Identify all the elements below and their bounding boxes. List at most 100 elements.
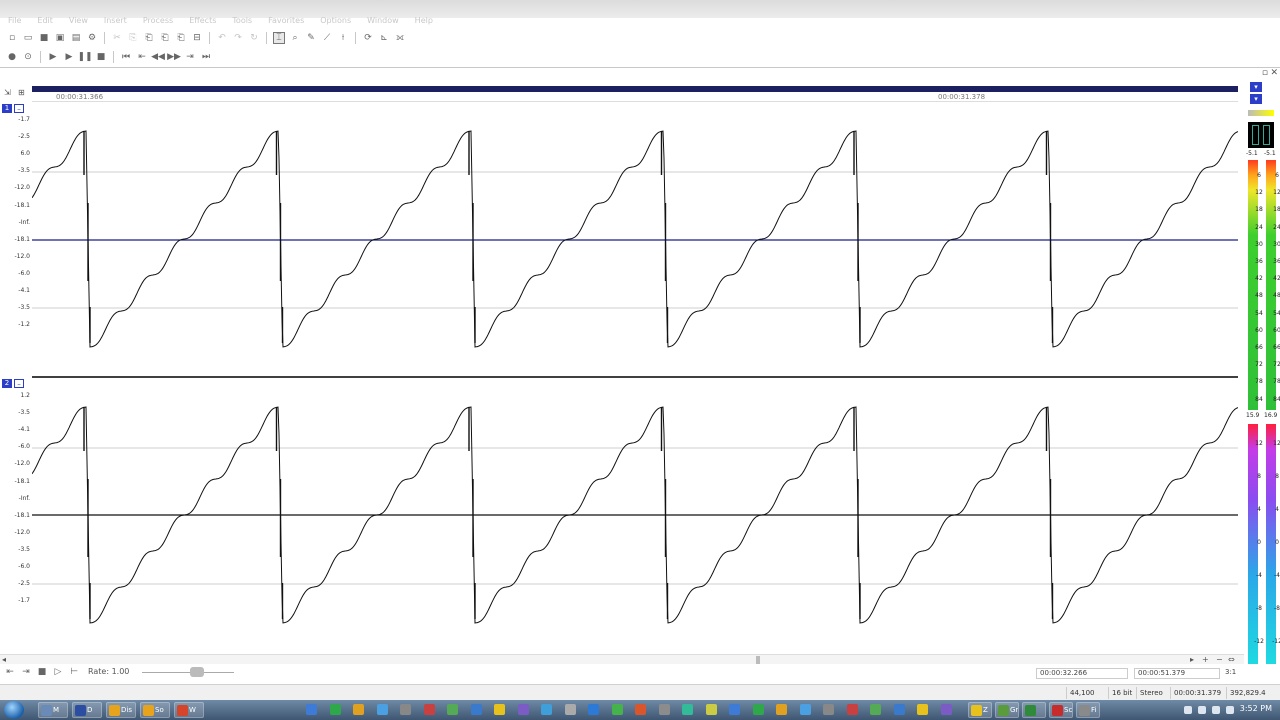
menu-tools[interactable]: Tools [232,16,252,28]
playback-rate-slider[interactable] [142,672,234,673]
edit-tool-icon[interactable]: ⌶ [273,32,285,44]
go-to-start-icon[interactable]: ⏮ [120,51,132,63]
start-button[interactable] [4,701,24,719]
trim-icon[interactable]: ⊟ [191,32,203,44]
taskbar-tray-app-button[interactable] [1022,702,1046,718]
speaker-icon[interactable] [1226,706,1234,714]
render-icon[interactable]: ▤ [70,32,82,44]
menu-effects[interactable]: Effects [189,16,216,28]
menu-window[interactable]: Window [367,16,399,28]
go-to-start-icon[interactable]: ⇤ [4,667,16,679]
quick-launch-icon[interactable] [494,704,505,715]
quick-launch-icon[interactable] [588,704,599,715]
go-to-end-icon[interactable]: ⏭ [200,51,212,63]
paste-icon[interactable]: ⎗ [143,32,155,44]
quick-launch-icon[interactable] [353,704,364,715]
quick-launch-icon[interactable] [658,704,670,715]
taskbar-app-button[interactable]: So [140,702,170,718]
selection-time[interactable]: 00:00:51.379 [1134,668,1220,679]
paste-crossfade-icon[interactable]: ⎗ [175,32,187,44]
taskbar-tray-app-button[interactable]: Sc [1049,702,1073,718]
quick-launch-icon[interactable] [940,704,952,715]
paste-mix-icon[interactable]: ⎗ [159,32,171,44]
quick-launch-icon[interactable] [846,704,858,715]
play-icon[interactable]: ▶ [63,51,75,63]
open-icon[interactable]: ▭ [22,32,34,44]
taskbar-app-button[interactable]: M [38,702,68,718]
menu-favorites[interactable]: Favorites [268,16,304,28]
channel-2-toggle[interactable]: – [14,379,24,388]
channel-1-number[interactable]: 1 [2,104,12,113]
quick-launch-icon[interactable] [564,704,576,715]
quick-launch-icon[interactable] [306,704,317,715]
taskbar-tray-app-button[interactable]: Z [968,702,992,718]
copy-icon[interactable]: ⎘ [127,32,139,44]
scroll-right-icon[interactable]: ▸ [1190,655,1194,664]
zoom-in-icon[interactable]: + [1202,655,1209,664]
taskbar-app-button[interactable]: Dis [106,702,136,718]
next-icon[interactable]: ⇥ [184,51,196,63]
auto-ripple-icon[interactable]: ⟗ [394,32,406,44]
stop-icon[interactable]: ■ [95,51,107,63]
quick-launch-icon[interactable] [682,704,693,715]
channel-1-toggle[interactable]: – [14,104,24,113]
meter-option-button[interactable]: ▾ [1250,82,1262,92]
menu-options[interactable]: Options [320,16,351,28]
undo-icon[interactable]: ↶ [216,32,228,44]
network-icon[interactable] [1198,706,1206,714]
zoom-out-icon[interactable]: − [1216,655,1223,664]
ruler-snap-icon[interactable]: ⇲ [4,88,11,97]
meter-option-button-2[interactable]: ▾ [1250,94,1262,104]
flag-icon[interactable] [1212,706,1220,714]
quick-launch-icon[interactable] [541,704,552,715]
new-icon[interactable]: ▫ [6,32,18,44]
quick-launch-icon[interactable] [705,704,717,715]
quick-launch-icon[interactable] [776,704,787,715]
previous-icon[interactable]: ⇤ [136,51,148,63]
cursor-time[interactable]: 00:00:32.266 [1036,668,1128,679]
quick-launch-icon[interactable] [423,704,435,715]
scrollbar-thumb[interactable] [756,656,760,664]
rewind-icon[interactable]: ◀◀ [151,51,165,63]
waveform-display[interactable] [32,103,1238,653]
quick-launch-icon[interactable] [893,704,905,715]
forward-icon[interactable]: ▶▶ [167,51,181,63]
pause-icon[interactable]: ❚❚ [77,51,92,63]
event-tool-icon[interactable]: ⟊ [337,32,349,44]
repeat-icon[interactable]: ↻ [248,32,260,44]
record-icon[interactable]: ● [6,51,18,63]
loop-playback-icon[interactable]: ⊙ [22,51,34,63]
volume-icon[interactable] [1184,706,1192,714]
cut-icon[interactable]: ✂ [111,32,123,44]
quick-launch-icon[interactable] [329,704,341,715]
play-as-sample-icon[interactable]: ⊢ [68,667,80,679]
quick-launch-icon[interactable] [447,704,458,715]
horizontal-scrollbar[interactable]: ◂ ▸ + − ⇔ [0,654,1244,664]
time-ruler[interactable]: 00:00:31.366 00:00:31.378 [32,92,1238,102]
taskbar-app-button[interactable]: W [174,702,204,718]
taskbar-clock[interactable]: 3:52 PM [1240,704,1272,713]
menu-help[interactable]: Help [415,16,433,28]
quick-launch-icon[interactable] [917,704,928,715]
scroll-left-icon[interactable]: ◂ [2,655,6,664]
play-all-icon[interactable]: ▶ [47,51,59,63]
save-icon[interactable]: ■ [38,32,50,44]
menu-process[interactable]: Process [143,16,173,28]
menu-edit[interactable]: Edit [37,16,53,28]
envelope-tool-icon[interactable]: ⟋ [321,32,333,44]
channel-2-number[interactable]: 2 [2,379,12,388]
quick-launch-icon[interactable] [376,704,388,715]
menu-file[interactable]: File [8,16,21,28]
properties-icon[interactable]: ⚙ [86,32,98,44]
taskbar-tray-app-button[interactable]: Gr [995,702,1019,718]
menu-view[interactable]: View [69,16,88,28]
snap-icon[interactable]: ⊾ [378,32,390,44]
quick-launch-icon[interactable] [729,704,740,715]
pencil-tool-icon[interactable]: ✎ [305,32,317,44]
quick-launch-icon[interactable] [517,704,529,715]
magnify-tool-icon[interactable]: ⌕ [289,32,301,44]
quick-launch-icon[interactable] [870,704,881,715]
quick-launch-icon[interactable] [611,704,623,715]
go-to-end-icon[interactable]: ⇥ [20,667,32,679]
quick-launch-icon[interactable] [823,704,834,715]
